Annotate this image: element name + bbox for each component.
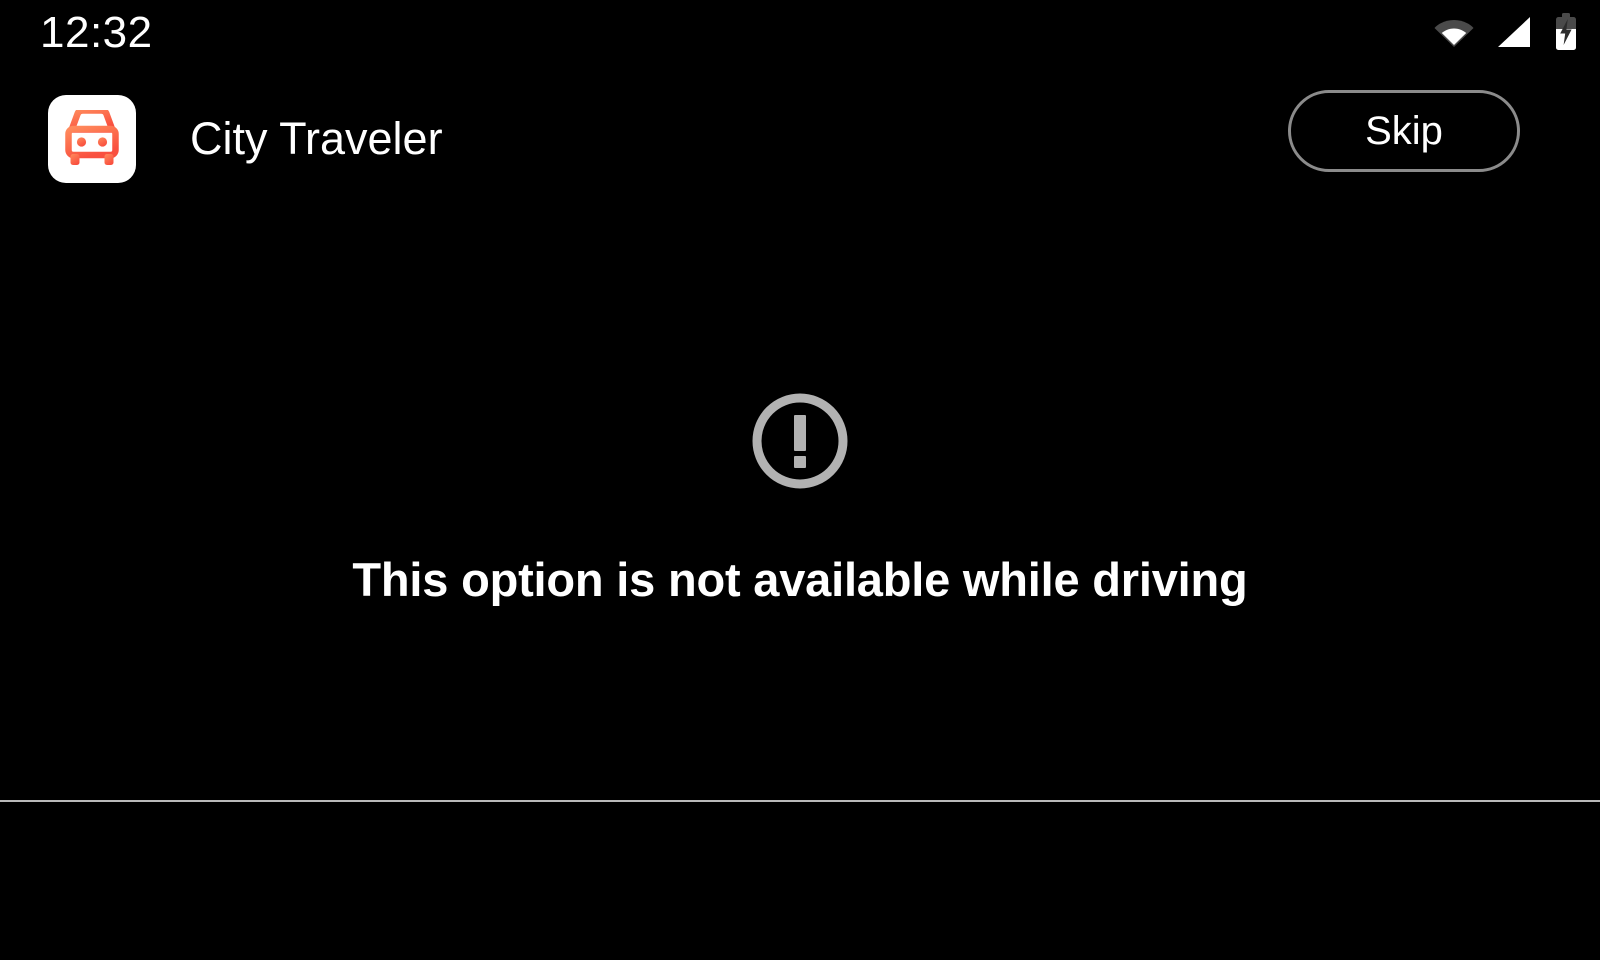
android-auto-screen: 12:32 City Traveler Skip This option is … [0, 0, 1600, 960]
page-title: City Traveler [190, 113, 443, 164]
cellular-signal-icon [1496, 16, 1532, 53]
battery-charging-icon [1554, 12, 1578, 56]
bottom-navigation-bar [0, 802, 1600, 960]
status-icon-tray [1434, 12, 1578, 56]
wifi-icon [1434, 16, 1474, 53]
status-bar: 12:32 [0, 0, 1600, 66]
app-header: City Traveler Skip [0, 66, 1600, 196]
status-clock: 12:32 [40, 8, 153, 57]
skip-button[interactable]: Skip [1288, 90, 1520, 172]
error-message: This option is not available while drivi… [352, 553, 1248, 606]
error-exclamation-circle-icon [749, 390, 851, 492]
car-app-icon [48, 95, 136, 183]
main-content: This option is not available while drivi… [0, 196, 1600, 801]
